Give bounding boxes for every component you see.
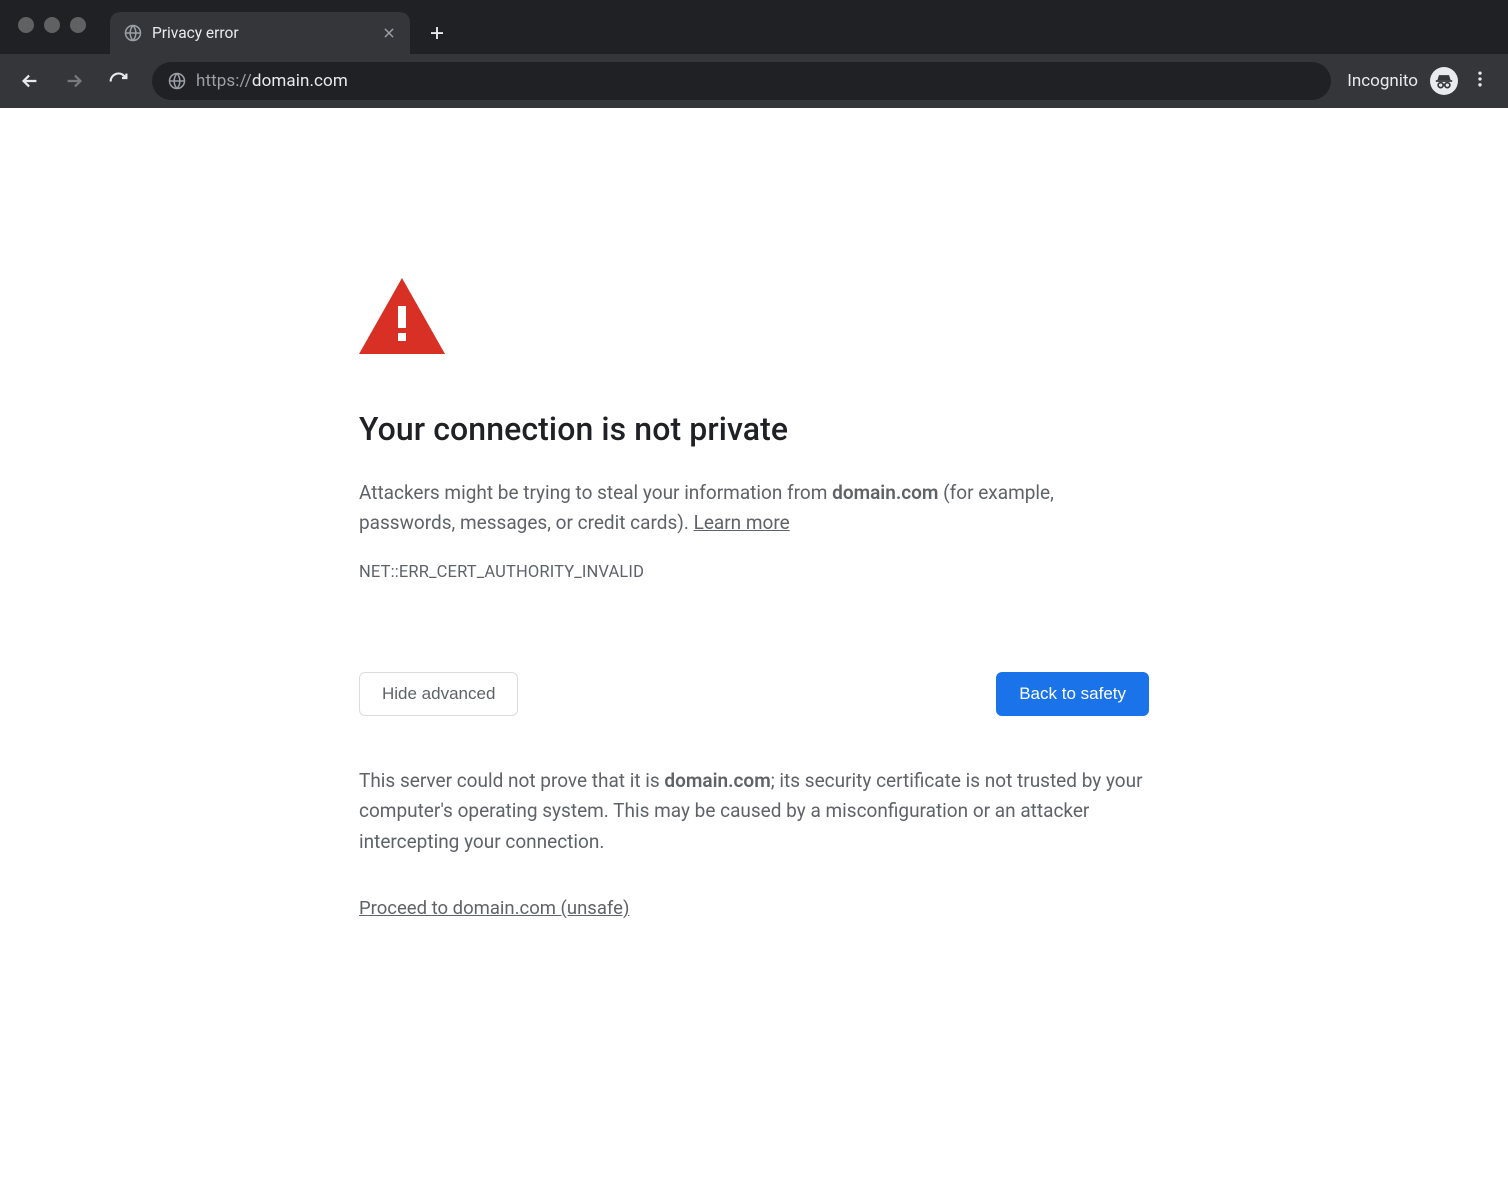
advanced-domain: domain.com	[664, 769, 770, 792]
incognito-icon[interactable]	[1430, 67, 1458, 95]
ssl-interstitial: Your connection is not private Attackers…	[359, 108, 1149, 919]
browser-toolbar: https://domain.com Incognito	[0, 54, 1508, 108]
window-close-dot[interactable]	[18, 17, 34, 33]
tab-title: Privacy error	[152, 24, 372, 42]
advanced-prefix: This server could not prove that it is	[359, 769, 664, 792]
page-content: Your connection is not private Attackers…	[0, 108, 1508, 1197]
browser-chrome: Privacy error	[0, 0, 1508, 108]
toolbar-right: Incognito	[1347, 67, 1496, 95]
window-controls	[18, 17, 86, 33]
tab-strip: Privacy error	[0, 0, 1508, 54]
address-bar[interactable]: https://domain.com	[152, 62, 1331, 100]
back-button[interactable]	[12, 63, 48, 99]
proceed-unsafe-link[interactable]: Proceed to domain.com (unsafe)	[359, 897, 629, 919]
page-heading: Your connection is not private	[359, 410, 1149, 448]
kebab-menu-icon[interactable]	[1470, 69, 1490, 93]
url-scheme: https://	[196, 71, 252, 91]
warning-triangle-icon	[359, 278, 1149, 354]
url-text: https://domain.com	[196, 71, 348, 91]
learn-more-link[interactable]: Learn more	[694, 511, 790, 534]
browser-tab[interactable]: Privacy error	[110, 12, 410, 54]
forward-button[interactable]	[56, 63, 92, 99]
window-max-dot[interactable]	[70, 17, 86, 33]
window-min-dot[interactable]	[44, 17, 60, 33]
incognito-label: Incognito	[1347, 71, 1418, 91]
hide-advanced-button[interactable]: Hide advanced	[359, 672, 518, 716]
new-tab-button[interactable]	[428, 12, 446, 54]
close-icon[interactable]	[382, 26, 396, 40]
warning-description: Attackers might be trying to steal your …	[359, 478, 1149, 539]
globe-icon	[168, 72, 186, 90]
url-host: domain.com	[252, 71, 348, 91]
reload-button[interactable]	[100, 63, 136, 99]
globe-icon	[124, 24, 142, 42]
desc-prefix: Attackers might be trying to steal your …	[359, 481, 832, 504]
back-to-safety-button[interactable]: Back to safety	[996, 672, 1149, 716]
button-row: Hide advanced Back to safety	[359, 672, 1149, 716]
error-code: NET::ERR_CERT_AUTHORITY_INVALID	[359, 563, 1149, 582]
desc-domain: domain.com	[832, 481, 938, 504]
advanced-explanation: This server could not prove that it is d…	[359, 766, 1149, 857]
